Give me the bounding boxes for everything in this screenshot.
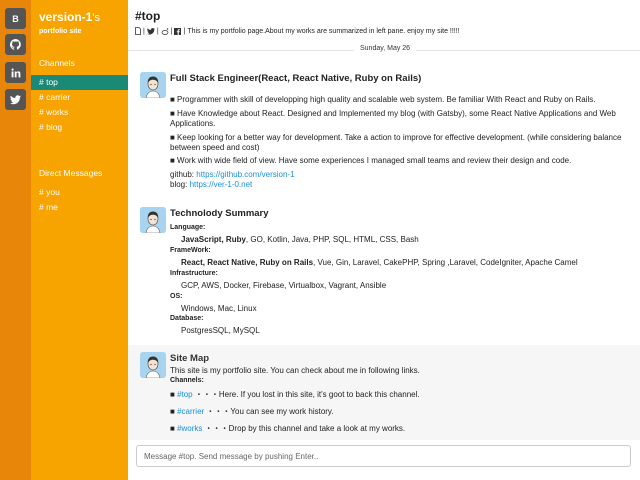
workspace-name-text: version-1 — [39, 10, 93, 24]
sidebar-item-blog[interactable]: # blog — [31, 120, 128, 135]
language-primary: JavaScript, Ruby — [181, 235, 246, 244]
reddit-icon[interactable] — [161, 27, 169, 35]
message-paragraph: ■ Work with wide field of view. Have som… — [170, 156, 572, 165]
site-map-desc: ・・・Drop by this channel and take a look … — [202, 424, 406, 433]
sidebar-item-me[interactable]: # me — [31, 200, 128, 215]
topic-separator: | — [183, 27, 186, 35]
sidebar-item-works[interactable]: # works — [31, 105, 128, 120]
blog-icon: B — [12, 13, 19, 24]
site-map-link-top[interactable]: #top — [177, 390, 193, 399]
message-paragraph: ■ Have Knowledge about React. Designed a… — [170, 109, 616, 128]
message-site-map: Site Map This site is my portfolio site.… — [128, 345, 640, 440]
site-map-item: ■ #carrier ・・・You can see my work histor… — [170, 407, 630, 417]
bullet: ■ — [170, 390, 178, 399]
framework-primary: React, React Native, Ruby on Rails — [181, 258, 314, 267]
message-paragraph: ■ Keep looking for a better way for deve… — [170, 133, 622, 152]
channels-section-title: Channels — [39, 58, 75, 68]
framework-label: FrameWork: — [170, 247, 211, 254]
language-value: JavaScript, Ruby, GO, Kotlin, Java, PHP,… — [181, 235, 419, 244]
linkedin-app-button[interactable] — [5, 62, 26, 83]
github-line: github: https://github.com/version-1 — [170, 170, 630, 180]
site-map-link-works[interactable]: #works — [177, 424, 202, 433]
channel-topic: | | | | This is my portfolio page.About … — [135, 27, 460, 35]
facebook-icon[interactable] — [174, 27, 182, 35]
avatar-illustration — [140, 72, 166, 98]
avatar-illustration — [140, 352, 166, 378]
message-input[interactable] — [137, 446, 630, 467]
site-map-desc: ・・・You can see my work history. — [204, 407, 334, 416]
document-icon[interactable] — [135, 27, 141, 35]
site-map-item: ■ #top ・・・Here. If you lost in this site… — [170, 390, 630, 400]
os-value: Windows, Mac, Linux — [181, 304, 257, 313]
infrastructure-label: Infrastructure: — [170, 270, 218, 277]
workspace-subtitle: portfolio site — [39, 28, 82, 35]
framework-others: , Vue, Gin, Laravel, CakePHP, Spring ,La… — [313, 258, 578, 267]
site-map-channels-label: Channels: — [170, 377, 204, 384]
bullet: ■ — [170, 424, 178, 433]
avatar[interactable] — [140, 72, 166, 98]
message-paragraph: ■ Programmer with skill of developping h… — [170, 95, 596, 104]
site-map-item: ■ #works ・・・Drop by this channel and tak… — [170, 424, 630, 434]
topic-separator: | — [170, 27, 173, 35]
message-composer — [136, 445, 631, 467]
github-label: github: — [170, 170, 197, 179]
blog-line: blog: https://ver-1-0.net — [170, 180, 630, 190]
github-icon — [10, 39, 21, 50]
avatar[interactable] — [140, 352, 166, 378]
message-title: Site Map — [170, 353, 210, 364]
blog-app-button[interactable]: B — [5, 8, 26, 29]
sidebar-item-carrier[interactable]: # carrier — [31, 90, 128, 105]
message-profile: Full Stack Engineer(React, React Native,… — [128, 70, 640, 200]
blog-label: blog: — [170, 180, 190, 189]
sidebar-item-you[interactable]: # you — [31, 185, 128, 200]
workspace-name[interactable]: version-1's — [39, 10, 100, 24]
message-title: Full Stack Engineer(React, React Native,… — [170, 73, 422, 84]
message-title: Technolody Summary — [170, 208, 269, 219]
infrastructure-value: GCP, AWS, Docker, Firebase, Virtualbox, … — [181, 281, 387, 290]
database-label: Database: — [170, 315, 204, 322]
channel-topic-text: This is my portfolio page.About my works… — [187, 27, 460, 35]
app-bar: B — [0, 0, 31, 480]
framework-value: React, React Native, Ruby on Rails, Vue,… — [181, 258, 578, 267]
site-map-intro: This site is my portfolio site. You can … — [170, 366, 420, 375]
avatar-illustration — [140, 207, 166, 233]
site-map-desc: ・・・Here. If you lost in this site, it's … — [192, 390, 420, 399]
date-divider: Sunday, May 26 — [354, 45, 417, 52]
sidebar-item-top[interactable]: # top — [31, 75, 128, 90]
channel-title: #top — [135, 9, 161, 23]
twitter-app-button[interactable] — [5, 89, 26, 110]
github-app-button[interactable] — [5, 34, 26, 55]
site-map-link-carrier[interactable]: #carrier — [177, 407, 204, 416]
bullet: ■ — [170, 407, 178, 416]
topic-separator: | — [143, 27, 145, 35]
language-others: , GO, Kotlin, Java, PHP, SQL, HTML, CSS,… — [245, 235, 419, 244]
topic-separator: | — [156, 27, 159, 35]
message-tech-summary: Technolody Summary Language: JavaScript,… — [128, 205, 640, 340]
workspace-name-suffix: 's — [92, 12, 100, 24]
database-value: PostgresSQL, MySQL — [181, 326, 260, 335]
avatar[interactable] — [140, 207, 166, 233]
main-pane: #top | | | | This is my portfolio page.A… — [128, 0, 640, 480]
sidebar: version-1's portfolio site Channels # to… — [31, 0, 128, 480]
twitter-icon — [10, 94, 21, 104]
language-label: Language: — [170, 224, 206, 231]
os-label: OS: — [170, 293, 183, 300]
github-link[interactable]: https://github.com/version-1 — [196, 170, 294, 179]
direct-messages-section-title: Direct Messages — [39, 168, 103, 178]
twitter-icon[interactable] — [146, 27, 155, 35]
linkedin-icon — [11, 68, 20, 77]
blog-link[interactable]: https://ver-1-0.net — [190, 180, 253, 189]
